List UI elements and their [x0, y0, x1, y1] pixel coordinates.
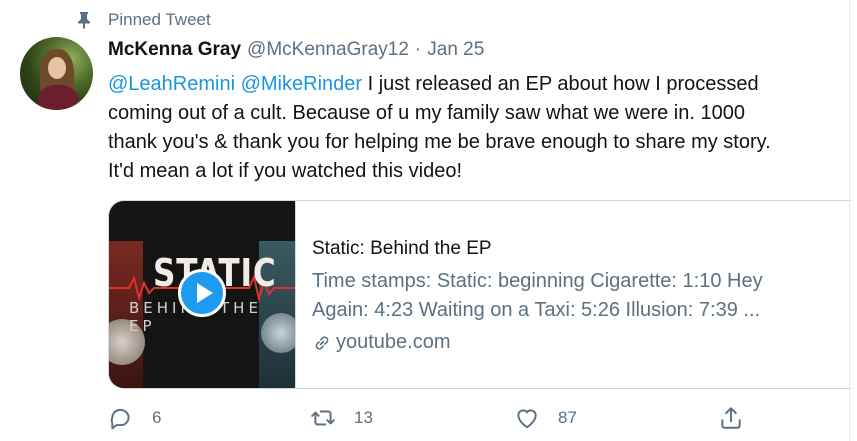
tweet-header: McKenna Gray @McKennaGray12 · Jan 25	[108, 39, 484, 65]
share-icon	[721, 407, 741, 429]
card-body[interactable]: Static: Behind the EP Time stamps: Stati…	[312, 235, 842, 357]
video-thumbnail[interactable]: STATIC BEHIND THE EP	[109, 201, 295, 388]
heart-icon	[517, 409, 537, 429]
like-count: 87	[558, 408, 577, 427]
pinned-indicator: Pinned Tweet	[76, 8, 211, 32]
pinned-label: Pinned Tweet	[108, 10, 211, 29]
share-button[interactable]	[718, 401, 744, 435]
retweet-count: 13	[354, 408, 373, 427]
card-description-line-1: Time stamps: Static: beginning Cigarette…	[312, 270, 763, 292]
tweet-line-2: coming out of a cult. Because of u my fa…	[108, 102, 745, 124]
card-description: Time stamps: Static: beginning Cigarette…	[312, 267, 842, 325]
card-description-line-2: Again: 4:23 Waiting on a Taxi: 5:26 Illu…	[312, 299, 761, 321]
retweet-icon	[311, 410, 335, 426]
tweet-date[interactable]: Jan 25	[427, 39, 484, 61]
link-icon	[312, 333, 332, 353]
like-button[interactable]: 87	[514, 401, 577, 435]
tweet-line-1-text: I just released an EP about how I proces…	[362, 73, 759, 95]
play-icon[interactable]	[178, 269, 226, 317]
mention-link[interactable]: @MikeRinder	[241, 73, 362, 95]
reply-icon	[110, 408, 130, 430]
author-handle[interactable]: @McKennaGray12	[247, 39, 409, 61]
tweet-line-4: It'd mean a lot if you watched this vide…	[108, 160, 463, 182]
card-domain: youtube.com	[336, 331, 451, 353]
pin-icon	[76, 11, 92, 29]
tweet-line-3: thank you's & thank you for helping me b…	[108, 131, 771, 153]
separator: ·	[414, 39, 422, 60]
tweet-actions: 6 13 87	[108, 401, 748, 435]
author-name[interactable]: McKenna Gray	[108, 39, 241, 61]
tweet-line-1: @LeahRemini @MikeRinder I just released …	[108, 70, 850, 99]
mention-link[interactable]: @LeahRemini	[108, 73, 235, 95]
card-domain-row: youtube.com	[312, 328, 842, 357]
reply-count: 6	[152, 408, 162, 427]
card-title: Static: Behind the EP	[312, 238, 492, 259]
avatar[interactable]	[20, 37, 93, 110]
tweet-text: @LeahRemini @MikeRinder I just released …	[108, 70, 850, 186]
reply-button[interactable]: 6	[108, 401, 161, 435]
retweet-button[interactable]: 13	[310, 401, 373, 435]
card-divider	[295, 201, 296, 388]
link-preview-card[interactable]: STATIC BEHIND THE EP Static: Behind the …	[108, 200, 851, 389]
